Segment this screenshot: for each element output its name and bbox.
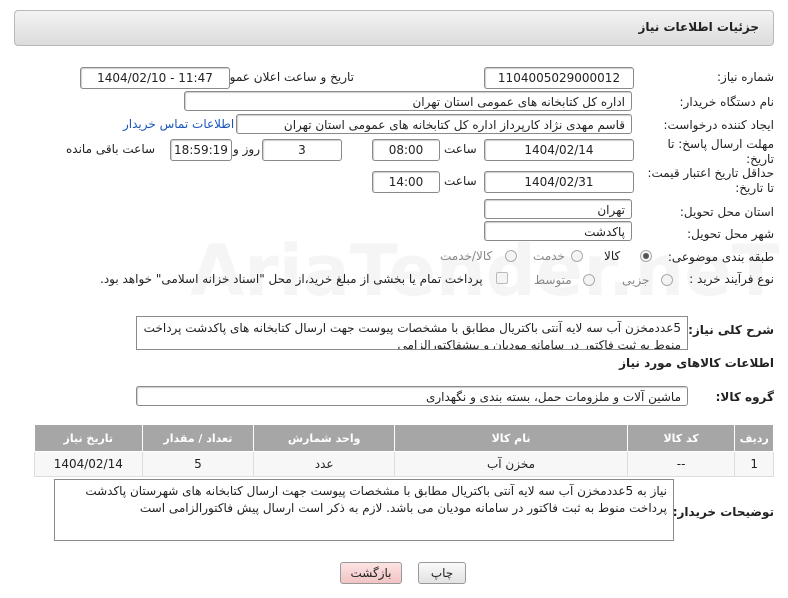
buyer-org-field[interactable]: اداره کل کتابخانه های عمومی استان تهران — [184, 91, 632, 111]
category-goods-label: کالا — [604, 249, 621, 263]
treasury-checkbox[interactable] — [496, 272, 508, 284]
process-label: نوع فرآیند خرید : — [689, 272, 774, 286]
days-label: روز و — [233, 142, 260, 156]
summary-label: شرح کلی نیاز: — [688, 323, 774, 337]
cell-qty: 5 — [141, 451, 255, 477]
goods-table: ردیف کد کالا نام کالا واحد شمارش تعداد /… — [34, 424, 774, 477]
col-name: نام کالا — [394, 424, 628, 452]
validity-date-field[interactable]: 1404/02/31 — [484, 171, 634, 193]
buyer-notes-text[interactable]: نیاز به 5عددمخزن آب سه لایه آنتی باکتریا… — [54, 479, 674, 541]
validity-date-label: تا تاریخ: — [735, 181, 774, 195]
goods-table-header: ردیف کد کالا نام کالا واحد شمارش تعداد /… — [34, 424, 774, 452]
category-goods-radio[interactable] — [640, 250, 652, 262]
remaining-time-label: ساعت باقی مانده — [66, 142, 156, 156]
province-label: استان محل تحویل: — [679, 205, 774, 219]
process-minor-label: جزیی — [622, 273, 650, 287]
validity-time-label: ساعت — [444, 174, 477, 188]
goods-group-field[interactable]: ماشین آلات و ملزومات حمل، بسته بندی و نگ… — [136, 386, 688, 406]
goods-section-title: اطلاعات کالاهای مورد نیاز — [619, 356, 774, 370]
deadline-time-label: ساعت — [444, 142, 477, 156]
cell-name: مخزن آب — [394, 451, 628, 477]
announce-label: تاریخ و ساعت اعلان عمومی: — [209, 70, 354, 84]
deadline-label: مهلت ارسال پاسخ: تا — [667, 137, 774, 151]
cell-date: 1404/02/14 — [34, 451, 143, 477]
validity-label: حداقل تاریخ اعتبار قیمت: — [647, 166, 774, 180]
process-minor-radio[interactable] — [661, 274, 673, 286]
deadline-time-field[interactable]: 08:00 — [372, 139, 440, 161]
category-label: طبقه بندی موضوعی: — [667, 250, 774, 264]
creator-field[interactable]: قاسم مهدی نژاد کارپرداز اداره کل کتابخان… — [236, 114, 632, 134]
remaining-time-field[interactable]: 18:59:19 — [170, 139, 232, 161]
col-date: تاریخ نیاز — [34, 424, 143, 452]
watermark: AriaTender.neT — [190, 230, 780, 312]
col-row: ردیف — [734, 424, 774, 452]
summary-text[interactable]: 5عددمخزن آب سه لایه آنتی باکتریال مطابق … — [136, 316, 688, 350]
need-number-label: شماره نیاز: — [717, 70, 774, 84]
page-title: جزئیات اطلاعات نیاز — [638, 20, 759, 34]
cell-code: -- — [626, 451, 736, 477]
col-unit: واحد شمارش — [253, 424, 396, 452]
city-field[interactable]: پاکدشت — [484, 221, 632, 241]
announce-field[interactable]: 1404/02/10 - 11:47 — [80, 67, 230, 89]
province-field[interactable]: تهران — [484, 199, 632, 219]
deadline-date-label: تاریخ: — [746, 152, 774, 166]
col-code: کد کالا — [626, 424, 736, 452]
process-medium-radio[interactable] — [583, 274, 595, 286]
creator-label: ایجاد کننده درخواست: — [663, 118, 774, 132]
need-number-field[interactable]: 1104005029000012 — [484, 67, 634, 89]
category-both-label: کالا/خدمت — [440, 249, 493, 263]
category-service-label: خدمت — [533, 249, 565, 263]
col-qty: تعداد / مقدار — [141, 424, 255, 452]
process-medium-label: متوسط — [534, 273, 572, 287]
print-button[interactable]: چاپ — [418, 562, 466, 584]
deadline-date-field[interactable]: 1404/02/14 — [484, 139, 634, 161]
cell-unit: عدد — [253, 451, 396, 477]
buyer-notes-label: توضیحات خریدار: — [672, 505, 774, 519]
back-button[interactable]: بازگشت — [340, 562, 402, 584]
city-label: شهر محل تحویل: — [687, 227, 774, 241]
validity-time-field[interactable]: 14:00 — [372, 171, 440, 193]
table-row[interactable]: 1 -- مخزن آب عدد 5 1404/02/14 — [34, 451, 774, 477]
payment-note: پرداخت تمام یا بخشی از مبلغ خرید،از محل … — [100, 272, 483, 286]
days-field[interactable]: 3 — [262, 139, 342, 161]
contact-info-link[interactable]: اطلاعات تماس خریدار — [123, 117, 234, 131]
goods-group-label: گروه کالا: — [715, 390, 774, 404]
header-bar: جزئیات اطلاعات نیاز — [14, 10, 774, 46]
cell-row: 1 — [734, 451, 774, 477]
category-service-radio[interactable] — [571, 250, 583, 262]
buyer-org-label: نام دستگاه خریدار: — [679, 95, 775, 109]
category-both-radio[interactable] — [505, 250, 517, 262]
